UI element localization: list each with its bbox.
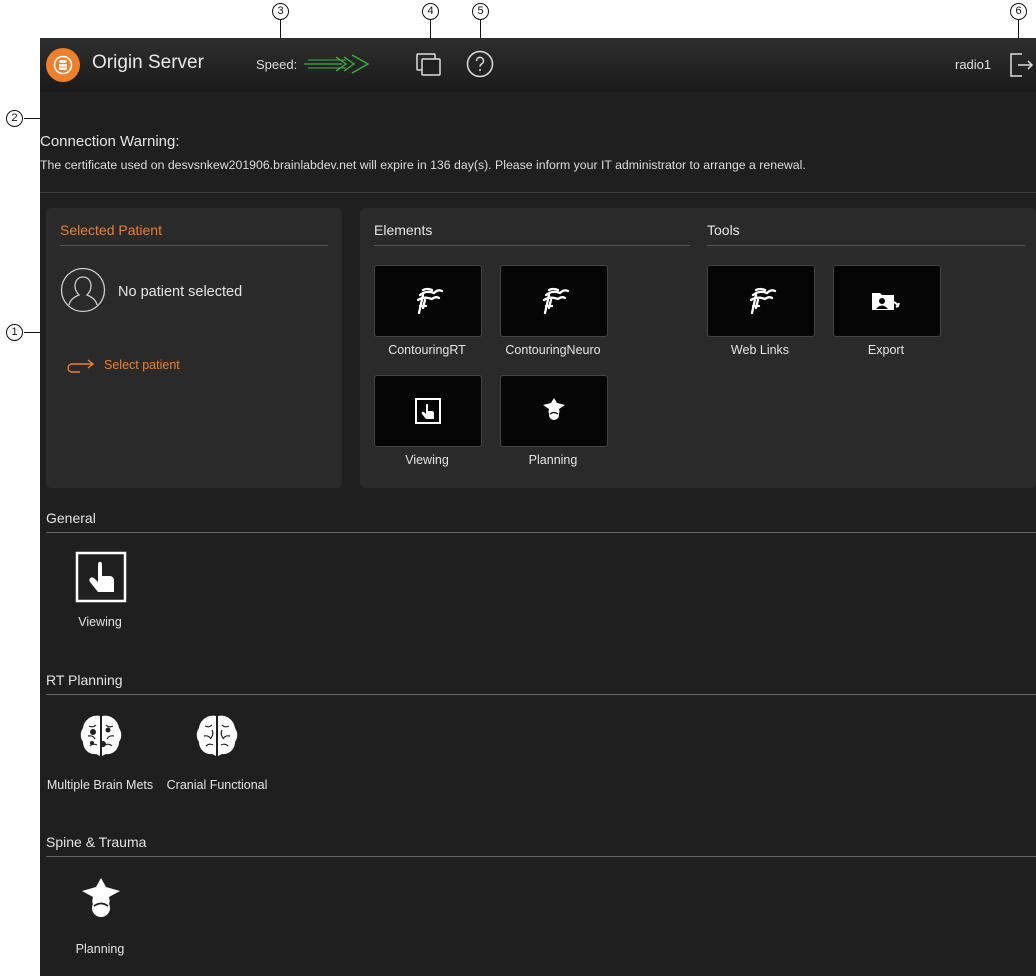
contouring-icon (749, 287, 777, 315)
server-logo-icon (46, 48, 80, 82)
export-icon (872, 293, 900, 310)
tile-planning[interactable] (500, 375, 608, 447)
app-title: Origin Server (92, 52, 204, 73)
section-spine-trauma-title: Spine & Trauma (46, 834, 147, 850)
windows-icon[interactable] (414, 50, 444, 80)
callout-6: 6 (1010, 3, 1027, 20)
tile-contouring-neuro[interactable] (500, 265, 608, 337)
connection-warning-title: Connection Warning: (40, 133, 180, 150)
section-general-title: General (46, 510, 96, 526)
viewing-icon (75, 551, 127, 603)
user-name: radio1 (955, 57, 992, 72)
elements-rule (374, 245, 690, 246)
warning-divider (40, 192, 1036, 193)
tile-label-contouring-neuro: ContouringNeuro (505, 343, 601, 357)
section-spine-trauma-rule (46, 856, 1036, 857)
tile-label-viewing: Viewing (405, 453, 449, 467)
cranial-functional-button[interactable] (194, 712, 240, 760)
speed-label: Speed: (256, 57, 298, 72)
callout-1: 1 (6, 324, 23, 341)
selected-patient-title: Selected Patient (60, 222, 162, 238)
selected-patient-rule (60, 245, 328, 246)
logout-icon[interactable] (1008, 51, 1034, 79)
callout-4: 4 (422, 3, 439, 20)
multiple-brain-mets-button[interactable] (78, 712, 124, 760)
brain-icon (196, 715, 238, 756)
brain-mets-icon (80, 715, 122, 756)
no-patient-text: No patient selected (118, 284, 243, 300)
avatar-icon (60, 267, 106, 313)
help-icon[interactable] (466, 50, 494, 78)
tile-export[interactable] (833, 265, 941, 337)
tile-label-contouring-rt: ContouringRT (388, 343, 466, 357)
tools-rule (707, 245, 1025, 246)
select-patient-label: Select patient (104, 358, 180, 372)
connection-warning-text: The certificate used on desvsnkew201906.… (40, 158, 806, 172)
tile-label-planning: Planning (528, 453, 578, 467)
spine-planning-label: Planning (75, 942, 125, 956)
cranial-functional-label: Cranial Functional (166, 778, 268, 792)
select-patient-link[interactable]: Select patient (66, 356, 216, 376)
callout-5: 5 (472, 3, 489, 20)
tools-title: Tools (707, 222, 740, 238)
section-rt-planning-title: RT Planning (46, 672, 123, 688)
app-window: Origin Server Speed: radio1 Connection W… (40, 38, 1036, 976)
select-arrow-icon (67, 359, 95, 373)
contouring-icon (416, 287, 444, 315)
elements-title: Elements (374, 222, 433, 238)
section-general-rule (46, 532, 1036, 533)
elements-tools-panel: Elements Tools ContouringRT ContouringNe… (360, 208, 1036, 488)
speed-arrows-icon (304, 54, 370, 74)
spine-icon (543, 398, 565, 420)
viewing-icon (415, 398, 441, 424)
selected-patient-panel: Selected Patient No patient selected Sel… (46, 208, 342, 488)
general-viewing-label: Viewing (78, 615, 122, 629)
general-viewing-button[interactable] (74, 550, 128, 604)
callout-2: 2 (6, 110, 23, 127)
tile-label-web-links: Web Links (730, 343, 790, 357)
multiple-brain-mets-label: Multiple Brain Mets (46, 778, 154, 792)
tile-viewing[interactable] (374, 375, 482, 447)
spine-planning-button[interactable] (78, 876, 124, 926)
spine-icon (82, 878, 120, 917)
top-bar: Origin Server Speed: radio1 (40, 38, 1036, 92)
contouring-icon (542, 287, 570, 315)
callout-3: 3 (272, 3, 289, 20)
section-rt-planning-rule (46, 694, 1036, 695)
tile-label-export: Export (867, 343, 905, 357)
tile-contouring-rt[interactable] (374, 265, 482, 337)
tile-web-links[interactable] (707, 265, 815, 337)
